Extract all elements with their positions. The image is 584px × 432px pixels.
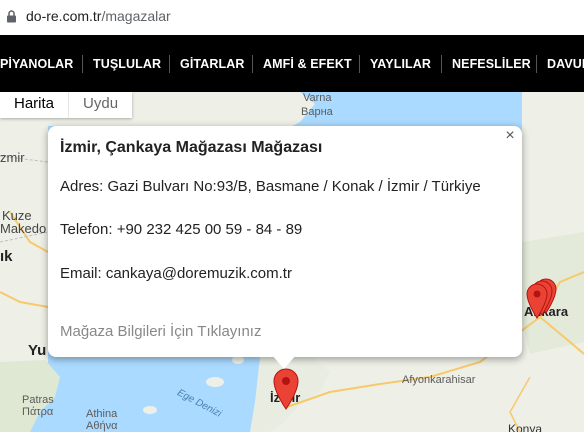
- label-konya: Konya: [508, 422, 543, 432]
- url-text[interactable]: do-re.com.tr/magazalar: [26, 8, 171, 24]
- map-marker-izmir[interactable]: [273, 368, 299, 410]
- nav-item-yaylilar[interactable]: YAYLILAR: [370, 57, 431, 71]
- nav-item-gitarlar[interactable]: GİTARLAR: [180, 57, 244, 71]
- label-patra-greek: Πάτρα: [22, 406, 54, 418]
- lock-icon: [7, 10, 16, 23]
- label-varna-cyrillic: Варна: [301, 106, 333, 118]
- map-type-map-button[interactable]: Harita: [0, 92, 68, 118]
- main-navigation: PİYANOLAR TUŞLULAR GİTARLAR AMFİ & EFEKT…: [0, 35, 584, 92]
- url-host: do-re.com.tr: [26, 8, 102, 24]
- nav-item-amfi-efekt[interactable]: AMFİ & EFEKT: [263, 57, 352, 71]
- store-phone: Telefon: +90 232 425 00 59 - 84 - 89: [60, 221, 303, 238]
- label-athina: Athina: [86, 408, 118, 420]
- nav-item-davul[interactable]: DAVUL: [547, 57, 584, 71]
- store-email: Email: cankaya@doremuzik.com.tr: [60, 265, 292, 282]
- label-athina-greek: Αθήνα: [86, 420, 118, 432]
- info-window-pointer: [272, 355, 296, 369]
- label-makedo: Makedo: [0, 221, 47, 236]
- label-yu: Yu: [28, 342, 47, 359]
- nav-item-tuslular[interactable]: TUŞLULAR: [93, 57, 161, 71]
- url-path: /magazalar: [101, 8, 171, 24]
- nav-item-piyanolar[interactable]: PİYANOLAR: [0, 57, 73, 71]
- store-details-link[interactable]: Mağaza Bilgileri İçin Tıklayınız: [60, 323, 261, 340]
- label-ik: ık: [0, 248, 13, 265]
- nav-divider: [441, 55, 442, 73]
- browser-address-bar[interactable]: do-re.com.tr/magazalar: [0, 0, 584, 35]
- store-title: İzmir, Çankaya Mağazası Mağazası: [60, 139, 323, 156]
- label-afyonkarahisar: Afyonkarahisar: [402, 374, 476, 386]
- nav-divider: [359, 55, 360, 73]
- label-varna: Varna: [303, 92, 332, 104]
- nav-divider: [169, 55, 170, 73]
- nav-divider: [252, 55, 253, 73]
- store-info-window: × İzmir, Çankaya Mağazası Mağazası Adres…: [48, 126, 522, 357]
- map-type-control: Harita Uydu: [0, 92, 133, 118]
- store-address: Adres: Gazi Bulvarı No:93/B, Basmane / K…: [60, 178, 481, 195]
- map-marker-ankara-1[interactable]: [526, 283, 548, 319]
- map-type-satellite-button[interactable]: Uydu: [68, 92, 132, 118]
- label-patras: Patras: [22, 394, 54, 406]
- label-izmir-left: zmir: [0, 150, 25, 165]
- nav-item-nefesliler[interactable]: NEFESLİLER: [452, 57, 531, 71]
- nav-divider: [82, 55, 83, 73]
- nav-divider: [536, 55, 537, 73]
- close-icon[interactable]: ×: [502, 127, 518, 145]
